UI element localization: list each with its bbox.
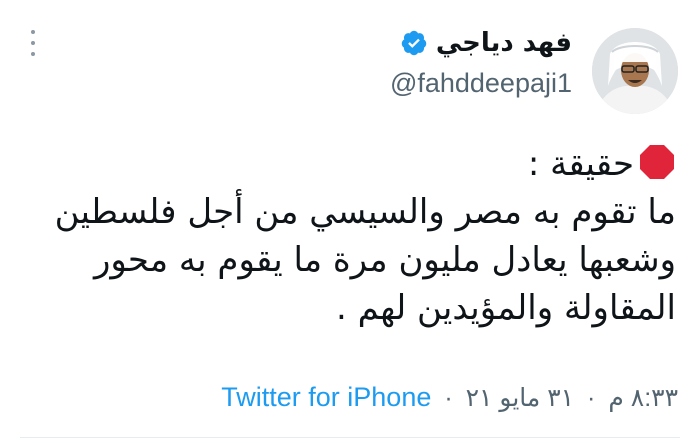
tweet-date[interactable]: ٣١ مايو ٢١ [466,384,575,412]
tweet-source-link[interactable]: Twitter for iPhone [221,382,431,412]
more-options-button[interactable] [24,30,42,56]
divider [20,437,680,438]
display-name[interactable]: فهد دياجي [436,28,572,58]
user-handle[interactable]: @fahddeepaji1 [390,68,572,99]
more-dot [31,41,35,45]
display-name-row: فهد دياجي [390,24,572,62]
more-dot [31,30,35,34]
tweet-line-1: حقيقة : [16,140,676,188]
tweet-card[interactable]: فهد دياجي @fahddeepaji1 حقيقة : ما تقوم … [0,0,700,444]
avatar-image [592,28,678,114]
tweet-text: حقيقة : ما تقوم به مصر والسيسي من أجل فل… [16,140,676,332]
meta-separator: · [444,384,453,412]
tweet-meta: ٨:٣٣ م · ٣١ مايو ٢١ · Twitter for iPhone [221,382,678,413]
user-header[interactable]: فهد دياجي @fahddeepaji1 [390,24,572,99]
stop-sign-icon [638,143,676,181]
tweet-line-text: حقيقة : [527,144,634,184]
avatar[interactable] [592,28,678,114]
tweet-line-3: وشعبها يعادل مليون مرة ما يقوم به محور [93,240,676,280]
verified-badge-icon [400,29,428,57]
meta-separator: · [587,384,596,412]
tweet-line-2: ما تقوم به مصر والسيسي من أجل فلسطين [54,192,676,232]
tweet-line-4: المقاولة والمؤيدين لهم . [335,288,676,328]
tweet-time[interactable]: ٨:٣٣ م [608,384,678,412]
more-dot [31,52,35,56]
